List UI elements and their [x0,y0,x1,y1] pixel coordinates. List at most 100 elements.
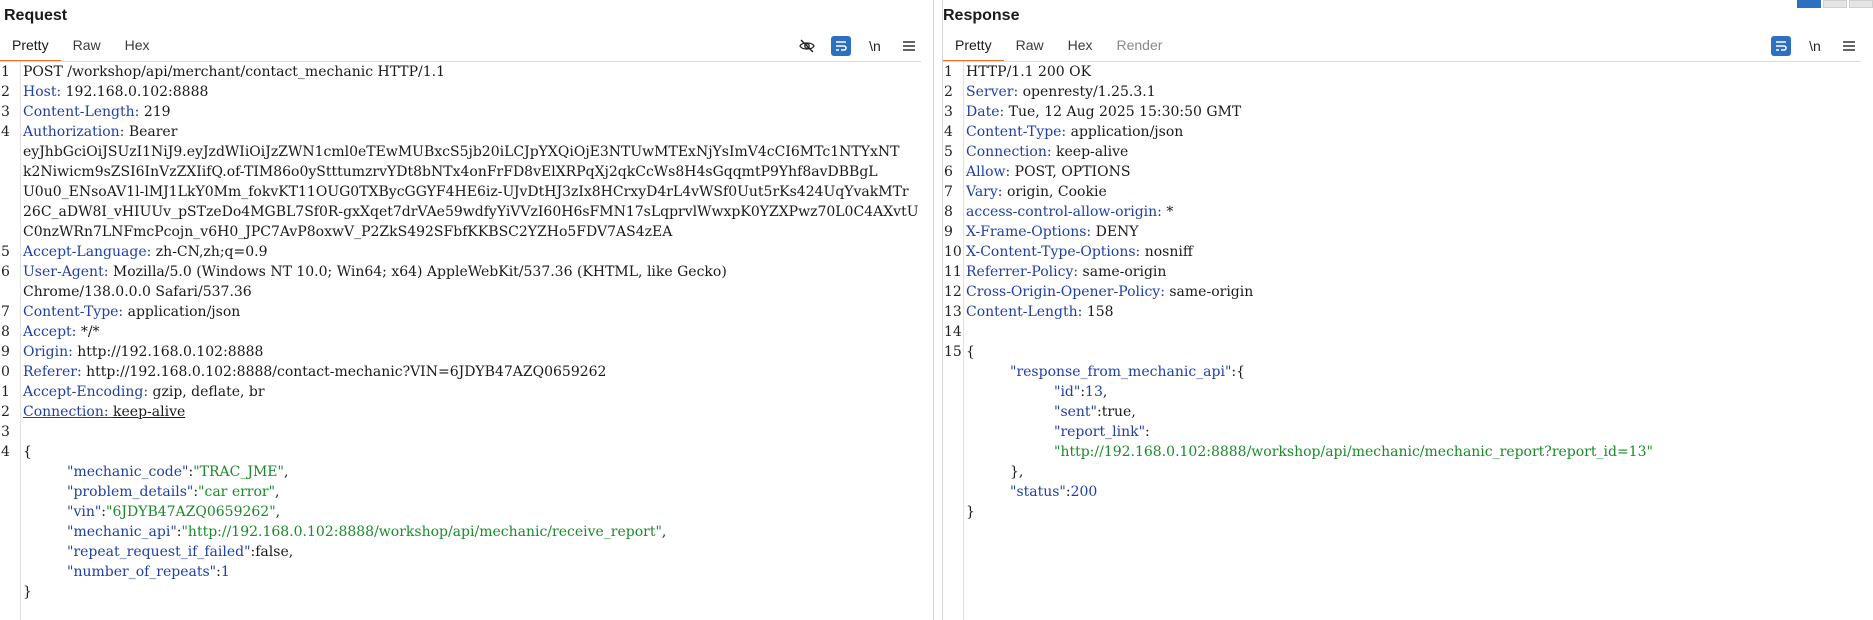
code-line: 3 Date: Tue, 12 Aug 2025 15:30:50 GMT [943,102,1861,122]
code-line: "report_link": [943,422,1861,442]
wrap-icon[interactable] [831,36,851,56]
token: "TRAC_JME" [193,464,284,480]
code-line: "status":200 [943,482,1861,502]
code-line: 1 POST /workshop/api/merchant/contact_mec… [0,62,921,82]
tab-response-render[interactable]: Render [1105,34,1175,60]
line-text: 26C_aDW8I_vHIUUv_pSTzeDo4MGBL7Sf0R-gxXqe… [23,202,919,222]
code-line: "response_from_mechanic_api":{ [943,362,1861,382]
code-line: eyJhbGciOiJSUzI1NiJ9.eyJzdWIiOiJzZWN1cml… [0,142,921,162]
tab-request-hex[interactable]: Hex [113,34,162,60]
line-number: 9 [1,344,10,360]
token: Authorization: [23,124,129,140]
token: "http://192.168.0.102:8888/workshop/api/… [1054,444,1653,460]
pane-splitter[interactable] [933,0,943,620]
line-number: 1 [1,384,10,400]
menu-icon[interactable] [899,36,919,56]
token: Tue, 12 Aug 2025 15:30:50 GMT [1008,104,1242,120]
token: User-Agent: [23,264,113,280]
token: "vin" [67,504,102,520]
token: } [23,584,32,600]
token: application/json [127,304,241,320]
token: , [661,524,667,540]
token: k2Niwicm9sZSI6InVzZXIifQ.of-TIM86o0ySttt… [23,164,878,180]
code-line: 2 Connection: keep-alive [0,402,921,422]
menu-icon[interactable] [1839,36,1859,56]
token: Connection: [23,404,114,420]
line-number: 12 [944,284,962,300]
line-text: Authorization: Bearer [23,122,177,142]
line-text: { [966,342,975,362]
line-text: Vary: origin, Cookie [966,182,1107,202]
newline-icon[interactable]: \n [1805,36,1825,56]
line-number: 14 [944,324,962,340]
layout-toggle[interactable] [1797,0,1873,8]
line-text: Date: Tue, 12 Aug 2025 15:30:50 GMT [966,102,1241,122]
eye-slash-icon[interactable] [797,36,817,56]
code-line: 4 Content-Type: application/json [943,122,1861,142]
token: , [1102,384,1108,400]
code-line: 10 X-Content-Type-Options: nosniff [943,242,1861,262]
layout-split-icon[interactable] [1797,0,1821,8]
code-line: 3 Content-Length: 219 [0,102,921,122]
token: eyJhbGciOiJSUzI1NiJ9.eyJzdWIiOiJzZWN1cml… [23,144,900,160]
line-text: k2Niwicm9sZSI6InVzZXIifQ.of-TIM86o0ySttt… [23,162,878,182]
layout-vertical-icon[interactable] [1849,0,1873,8]
token: Cross-Origin-Opener-Policy: [966,284,1170,300]
line-text: "number_of_repeats":1 [23,562,230,582]
line-text: { [23,442,32,462]
layout-horizontal-icon[interactable] [1823,0,1847,8]
line-number: 11 [944,264,962,280]
tab-response-hex[interactable]: Hex [1056,34,1105,60]
wrap-icon[interactable] [1771,36,1791,56]
token: "http://192.168.0.102:8888/workshop/api/… [181,524,662,540]
token: "problem_details" [67,484,194,500]
line-text: "http://192.168.0.102:8888/workshop/api/… [966,442,1653,462]
token: keep-alive [113,404,186,420]
code-line: "sent":true, [943,402,1861,422]
line-text: U0u0_ENsoAV1l-lMJ1LkY0Mm_fokvKT11OUG0TXB… [23,182,909,202]
newline-icon[interactable]: \n [865,36,885,56]
tab-request-raw[interactable]: Raw [61,34,113,60]
line-text: POST /workshop/api/merchant/contact_mech… [23,62,445,82]
line-text: Cross-Origin-Opener-Policy: same-origin [966,282,1253,302]
line-text: Accept-Language: zh-CN,zh;q=0.9 [23,242,268,262]
token: Vary: [966,184,1007,200]
code-line: 9 Origin: http://192.168.0.102:8888 [0,342,921,362]
line-number: 4 [944,124,953,140]
token: Referer: [23,364,87,380]
line-number: 4 [1,124,10,140]
line-text: "sent":true, [966,402,1136,422]
tab-request-pretty[interactable]: Pretty [0,34,61,62]
code-line: "mechanic_code":"TRAC_JME", [0,462,921,482]
token: "report_link" [1054,424,1146,440]
line-number: 5 [1,244,10,260]
token: , [275,484,280,500]
code-line: 4{ [0,442,921,462]
token: access-control-allow-origin: [966,204,1167,220]
line-text: Content-Length: 158 [966,302,1114,322]
token: zh-CN,zh;q=0.9 [155,244,268,260]
token: 192.168.0.102:8888 [65,84,209,100]
token: http://192.168.0.102:8888/contact-mechan… [86,364,607,380]
code-line: "number_of_repeats":1 [0,562,921,582]
code-line: "mechanic_api":"http://192.168.0.102:888… [0,522,921,542]
line-text: C0nzWRn7LNFmcPcojn_v6H0_JPC7AvP8oxwV_P2Z… [23,222,672,242]
line-text: "problem_details":"car error", [23,482,280,502]
code-line: 5 Connection: keep-alive [943,142,1861,162]
token: :true, [1097,404,1136,420]
token: HTTP/1.1 200 OK [966,64,1092,80]
line-number: 6 [944,164,953,180]
code-line: 12 Cross-Origin-Opener-Policy: same-origi… [943,282,1861,302]
token: Accept-Language: [23,244,156,260]
token: C0nzWRn7LNFmcPcojn_v6H0_JPC7AvP8oxwV_P2Z… [23,224,673,240]
tab-response-raw[interactable]: Raw [1004,34,1056,60]
token: 219 [143,104,171,120]
code-line: 8 access-control-allow-origin: * [943,202,1861,222]
token: origin, Cookie [1006,184,1107,200]
response-editor[interactable]: 1 HTTP/1.1 200 OK 2 Server: openresty/1.25.… [943,62,1861,522]
code-line: 2 Host: 192.168.0.102:8888 [0,82,921,102]
request-editor[interactable]: 1 POST /workshop/api/merchant/contact_mec… [0,62,921,602]
tab-response-pretty[interactable]: Pretty [943,34,1004,62]
token: "car error" [198,484,276,500]
line-number: 6 [1,264,10,280]
